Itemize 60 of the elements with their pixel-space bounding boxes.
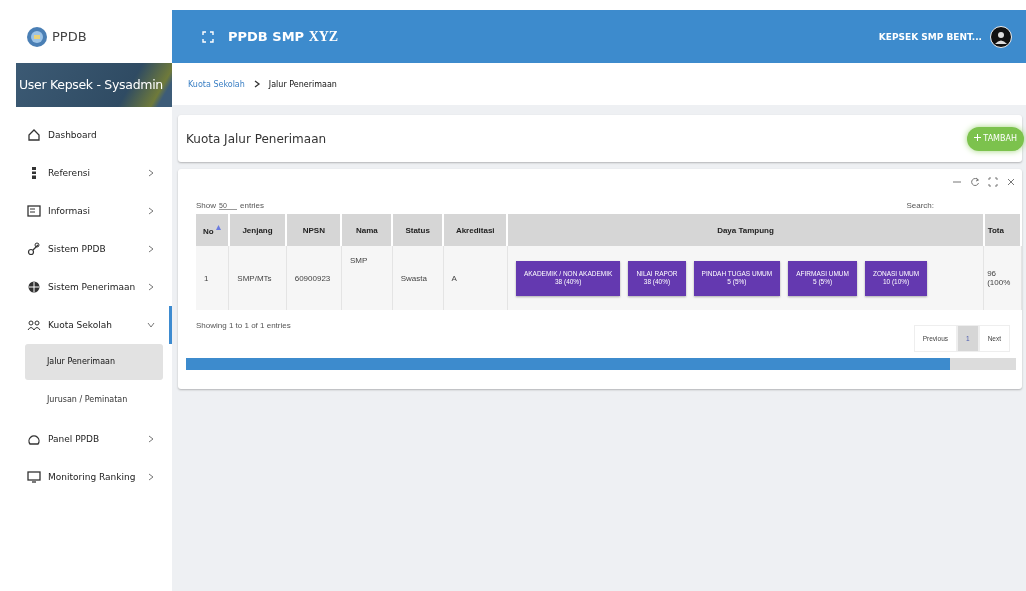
menu-label: Sistem Penerimaan xyxy=(48,282,137,292)
column-header[interactable]: NPSN xyxy=(286,214,342,246)
menu-item[interactable]: Sistem PPDB xyxy=(0,230,172,268)
user-name[interactable]: KEPSEK SMP BENT... xyxy=(878,31,982,42)
menu-item[interactable]: Panel PPDB xyxy=(0,420,172,458)
link-icon xyxy=(27,242,41,256)
column-header[interactable]: Nama xyxy=(341,214,393,246)
people-icon xyxy=(27,318,41,332)
fullscreen-icon xyxy=(202,30,214,43)
monitor-icon xyxy=(27,470,41,484)
menu-item[interactable]: Referensi xyxy=(0,154,172,192)
menu-item[interactable]: Informasi xyxy=(0,192,172,230)
page-title: Kuota Jalur Penerimaan xyxy=(186,131,327,146)
fullscreen-icon[interactable] xyxy=(988,177,998,187)
globe-icon xyxy=(27,280,41,294)
table-info: Showing 1 to 1 of 1 entries xyxy=(196,321,291,330)
column-header[interactable]: No xyxy=(196,214,229,246)
menu-item[interactable]: Dashboard xyxy=(0,116,172,154)
show-label: Show xyxy=(196,201,216,210)
chevron-right-icon xyxy=(252,80,261,88)
table-cell: A xyxy=(451,273,457,283)
table-cell: SMP/MTs xyxy=(237,273,272,283)
avatar-icon[interactable] xyxy=(990,25,1012,48)
refresh-icon[interactable] xyxy=(970,177,980,187)
menu-label: Informasi xyxy=(48,206,92,216)
table-cell: 60900923 xyxy=(294,273,331,283)
search-label: Search: xyxy=(906,201,934,210)
entries-label: entries xyxy=(240,201,265,210)
person-icon xyxy=(994,29,1008,44)
emblem-icon xyxy=(26,25,48,48)
breadcrumb-link[interactable]: Kuota Sekolah xyxy=(188,79,245,89)
table-cell: 96 (100% xyxy=(987,269,1011,287)
submenu-item[interactable]: Jurusan / Peminatan xyxy=(25,382,163,418)
menu-label: Sistem PPDB xyxy=(48,244,107,254)
close-icon[interactable] xyxy=(1006,177,1016,187)
app-name: PPDB xyxy=(52,29,87,44)
submenu-item[interactable]: Jalur Penerimaan xyxy=(25,344,163,380)
app-title: PPDB SMP XYZ xyxy=(228,28,339,45)
menu-item[interactable]: Monitoring Ranking xyxy=(0,458,172,496)
gauge-icon xyxy=(27,432,41,446)
column-header: Daya Tampung xyxy=(507,214,984,246)
table-cell: Swasta xyxy=(400,273,427,283)
document-icon xyxy=(27,204,41,218)
menu-label: Monitoring Ranking xyxy=(48,472,137,482)
menu-item[interactable]: Sistem Penerimaan xyxy=(0,268,172,306)
menu-label: Dashboard xyxy=(48,130,98,140)
sort-icon xyxy=(215,224,221,230)
table-cell: SMP xyxy=(350,256,368,265)
home-icon xyxy=(27,128,41,142)
table-cell: 1 xyxy=(204,273,209,283)
breadcrumb-current: Jalur Penerimaan xyxy=(268,79,337,89)
menu-label: Panel PPDB xyxy=(48,434,101,444)
menu-label: Referensi xyxy=(48,168,92,178)
column-header[interactable]: Status xyxy=(392,214,444,246)
column-header[interactable]: Akreditasi xyxy=(443,214,508,246)
column-header[interactable]: Jenjang xyxy=(228,214,287,246)
column-header: Tota xyxy=(983,214,1021,246)
plus-icon xyxy=(973,134,981,141)
user-banner: User Kepsek - Sysadmin xyxy=(16,63,172,107)
menu-label: Kuota Sekolah xyxy=(48,320,113,330)
